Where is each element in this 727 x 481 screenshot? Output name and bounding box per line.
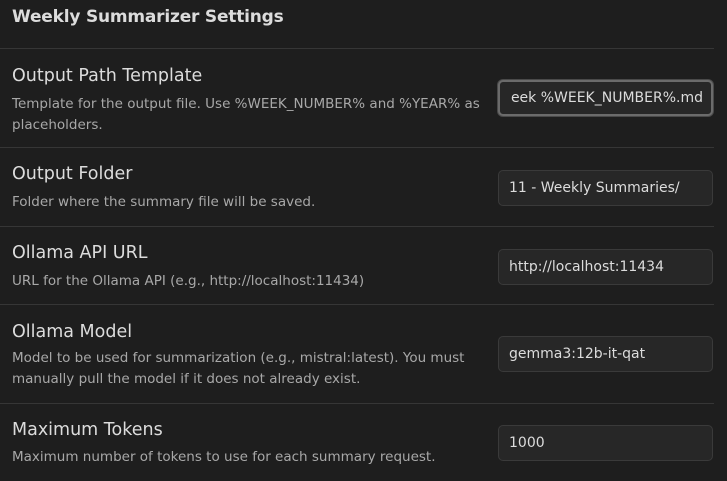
divider — [0, 147, 714, 148]
setting-name-ollama-model: Ollama Model — [12, 322, 133, 342]
setting-desc-ollama-api-url: URL for the Ollama API (e.g., http://loc… — [12, 273, 365, 289]
ollama-model-value: gemma3:12b-it-qat — [509, 346, 646, 362]
setting-name-output-path-template: Output Path Template — [12, 66, 203, 86]
setting-desc-output-folder: Folder where the summary file will be sa… — [12, 194, 316, 210]
setting-desc-output-path-template: Template for the output file. Use %WEEK_… — [12, 96, 480, 133]
divider — [0, 226, 714, 227]
output-folder-value: 11 - Weekly Summaries/ — [509, 180, 680, 196]
maximum-tokens-input[interactable]: 1000 — [498, 425, 713, 461]
divider — [0, 403, 714, 404]
setting-name-ollama-api-url: Ollama API URL — [12, 243, 148, 263]
setting-name-maximum-tokens: Maximum Tokens — [12, 420, 163, 440]
divider — [0, 48, 714, 49]
ollama-api-url-value: http://localhost:11434 — [509, 259, 664, 275]
output-path-template-input[interactable]: eek %WEEK_NUMBER%.md — [498, 80, 713, 116]
divider — [0, 304, 714, 305]
ollama-api-url-input[interactable]: http://localhost:11434 — [498, 249, 713, 285]
ollama-model-input[interactable]: gemma3:12b-it-qat — [498, 336, 713, 372]
output-folder-input[interactable]: 11 - Weekly Summaries/ — [498, 170, 713, 206]
settings-section-title: Weekly Summarizer Settings — [12, 7, 284, 27]
setting-desc-ollama-model: Model to be used for summarization (e.g.… — [12, 350, 465, 387]
output-path-template-value: eek %WEEK_NUMBER%.md — [510, 90, 703, 106]
maximum-tokens-value: 1000 — [509, 435, 545, 451]
setting-desc-maximum-tokens: Maximum number of tokens to use for each… — [12, 449, 436, 465]
setting-name-output-folder: Output Folder — [12, 164, 133, 184]
